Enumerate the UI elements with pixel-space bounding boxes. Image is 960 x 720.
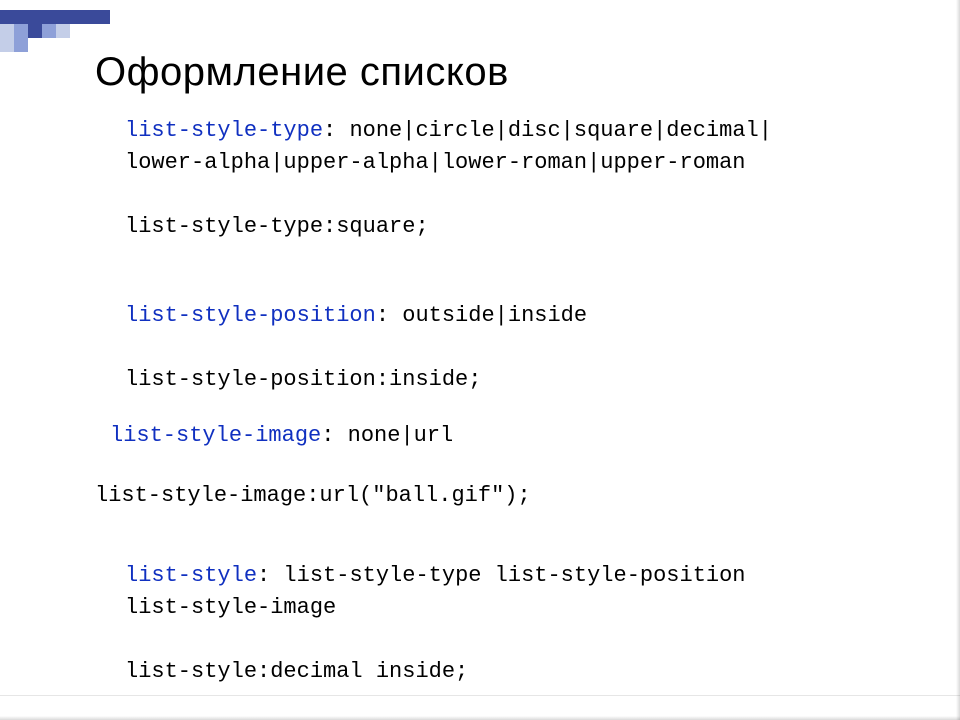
slide-title: Оформление списков	[95, 50, 509, 95]
code-list-style-image: list-style-image: none|url	[110, 420, 453, 452]
shadow-right	[956, 0, 960, 720]
prop-values: none|circle|disc|square|decimal|	[336, 118, 772, 143]
prop-values-line2: lower-alpha|upper-alpha|lower-roman|uppe…	[125, 150, 746, 175]
prop-name: list-style-type	[125, 118, 323, 143]
code-list-style: list-style: list-style-type list-style-p…	[125, 560, 746, 688]
prop-name: list-style	[125, 563, 257, 588]
code-list-style-image-example: list-style-image:url("ball.gif");	[95, 480, 531, 512]
prop-values: none|url	[334, 423, 453, 448]
prop-name: list-style-position	[125, 303, 376, 328]
slide: Оформление списков list-style-type: none…	[0, 0, 960, 720]
prop-example: list-style-type:square;	[125, 214, 429, 239]
prop-example: list-style:decimal inside;	[125, 659, 468, 684]
prop-values-line2: list-style-image	[125, 595, 336, 620]
prop-name: list-style-image	[110, 423, 321, 448]
prop-example: list-style-image:url("ball.gif");	[95, 483, 531, 508]
prop-values: outside|inside	[389, 303, 587, 328]
code-list-style-position: list-style-position: outside|inside list…	[125, 300, 587, 396]
prop-example: list-style-position:inside;	[125, 367, 481, 392]
code-list-style-type: list-style-type: none|circle|disc|square…	[125, 115, 772, 243]
shadow-bottom	[0, 716, 960, 720]
prop-values: list-style-type list-style-position	[270, 563, 745, 588]
footer-divider	[0, 695, 960, 696]
